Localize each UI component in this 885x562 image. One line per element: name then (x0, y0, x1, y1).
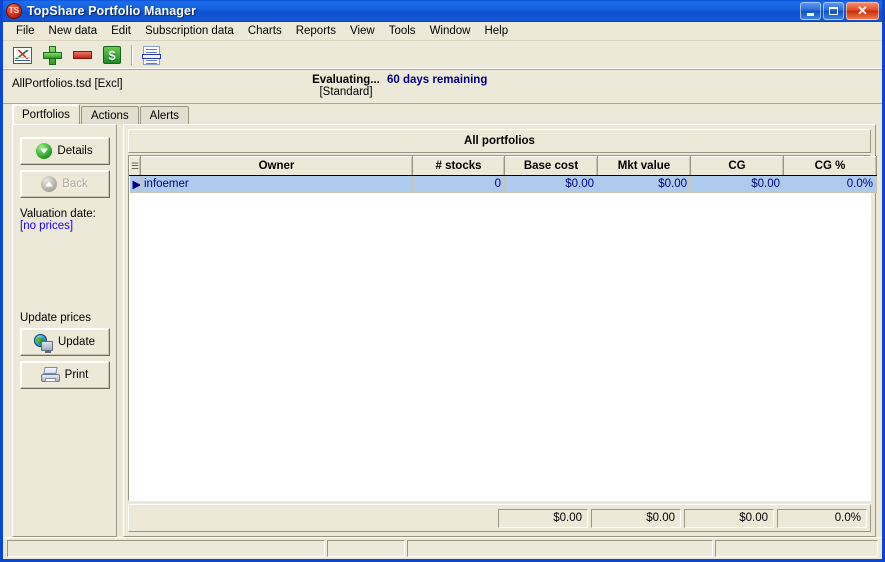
menu-item-help[interactable]: Help (477, 23, 515, 40)
add-toolbar-button[interactable] (39, 43, 65, 68)
remove-icon (72, 51, 92, 59)
print-button[interactable]: Print (19, 361, 110, 389)
details-button[interactable]: Details (19, 137, 110, 165)
update-button[interactable]: Update (19, 328, 110, 356)
remove-toolbar-button[interactable] (69, 43, 95, 68)
valuation-date-label: Valuation date: (20, 208, 96, 220)
update-button-label: Update (57, 336, 96, 348)
dollar-icon: $ (103, 46, 121, 64)
total-base-cost: $0.00 (498, 508, 588, 528)
menu-item-view[interactable]: View (343, 23, 382, 40)
menu-item-file[interactable]: File (9, 23, 42, 40)
add-icon (42, 45, 62, 65)
arrow-up-icon (41, 176, 58, 192)
tab-content-portfolios: Details Back Valuation date: [no prices]… (3, 124, 882, 537)
row-selector-header: ☰ (129, 156, 141, 176)
arrow-down-icon (36, 143, 53, 159)
portfolios-panel: All portfolios ☰ Owner # stocks Base cos… (123, 124, 877, 537)
file-name-label: AllPortfolios.tsd [Excl] (12, 78, 123, 90)
info-strip: AllPortfolios.tsd [Excl] Evaluating... [… (3, 70, 882, 104)
table-row[interactable]: ▶ infoemer 0 $0.00 $0.00 $0.00 0.0% (129, 175, 877, 193)
column-header-base-cost[interactable]: Base cost (504, 156, 598, 176)
portfolios-table: ☰ Owner # stocks Base cost Mkt value CG … (129, 156, 877, 193)
total-cg: $0.00 (684, 508, 774, 528)
ts-badge-icon: TS (6, 3, 22, 19)
tab-portfolios[interactable]: Portfolios (12, 104, 80, 124)
back-button-label: Back (62, 178, 88, 190)
status-bar (3, 537, 882, 559)
update-prices-label: Update prices (20, 312, 91, 324)
menu-item-edit[interactable]: Edit (104, 23, 138, 40)
grid-empty-area (129, 193, 870, 500)
window-controls: ✕ (800, 2, 880, 20)
sidebar-panel: Details Back Valuation date: [no prices]… (12, 124, 117, 537)
menu-item-reports[interactable]: Reports (289, 23, 343, 40)
menu-item-tools[interactable]: Tools (382, 23, 423, 40)
minimize-icon (807, 12, 814, 16)
row-handle: ▶ (129, 175, 141, 193)
minimize-button[interactable] (800, 2, 821, 20)
chart-icon (12, 46, 32, 64)
printer-icon (40, 367, 60, 383)
menu-item-window[interactable]: Window (423, 23, 478, 40)
cell-owner[interactable]: infoemer (140, 175, 413, 193)
total-mkt-value: $0.00 (591, 508, 681, 528)
menu-item-charts[interactable]: Charts (241, 23, 289, 40)
report-icon (141, 45, 161, 65)
prices-toolbar-button[interactable]: $ (99, 43, 125, 68)
status-panel-2 (327, 539, 405, 557)
grid-title: All portfolios (128, 129, 871, 153)
window-title: TopShare Portfolio Manager (27, 4, 197, 18)
column-header-mkt-value[interactable]: Mkt value (597, 156, 691, 176)
cell-base-cost[interactable]: $0.00 (504, 175, 598, 193)
cell-mkt-value[interactable]: $0.00 (597, 175, 691, 193)
menu-item-subscription-data[interactable]: Subscription data (138, 23, 241, 40)
status-panel-4 (715, 539, 878, 557)
toolbar-separator (131, 45, 132, 65)
chart-toolbar-button[interactable] (9, 43, 35, 68)
portfolios-grid[interactable]: ☰ Owner # stocks Base cost Mkt value CG … (128, 155, 877, 501)
column-header-cg[interactable]: CG (690, 156, 784, 176)
cell-num-stocks[interactable]: 0 (412, 175, 505, 193)
close-icon: ✕ (857, 3, 868, 18)
days-remaining-label: 60 days remaining (387, 74, 488, 86)
valuation-date-value[interactable]: [no prices] (20, 220, 73, 232)
close-button[interactable]: ✕ (846, 2, 879, 20)
maximize-icon (829, 7, 838, 15)
globe-monitor-icon (33, 333, 53, 353)
status-panel-3 (407, 539, 713, 557)
evaluation-status-label: Evaluating... (312, 74, 380, 86)
menu-item-new-data[interactable]: New data (42, 23, 105, 40)
column-header-cg-pct[interactable]: CG % (783, 156, 877, 176)
toolbar: $ (3, 41, 882, 70)
title-bar: TS TopShare Portfolio Manager ✕ (3, 0, 882, 22)
application-window: TS TopShare Portfolio Manager ✕ File New… (0, 0, 885, 562)
total-cg-pct: 0.0% (777, 508, 867, 528)
cell-cg[interactable]: $0.00 (690, 175, 784, 193)
column-header-num-stocks[interactable]: # stocks (412, 156, 505, 176)
tab-alerts[interactable]: Alerts (139, 106, 190, 124)
cell-cg-pct[interactable]: 0.0% (783, 175, 877, 193)
grid-totals-row: $0.00 $0.00 $0.00 0.0% (128, 504, 871, 532)
menu-bar: File New data Edit Subscription data Cha… (3, 22, 882, 41)
edition-label: [Standard] (319, 86, 373, 98)
details-button-label: Details (57, 145, 93, 157)
column-header-owner[interactable]: Owner (140, 156, 413, 176)
tab-actions[interactable]: Actions (80, 106, 139, 124)
print-button-label: Print (64, 369, 89, 381)
status-panel-1 (7, 539, 325, 557)
table-header-row: ☰ Owner # stocks Base cost Mkt value CG … (129, 156, 877, 176)
back-button[interactable]: Back (19, 170, 110, 198)
maximize-button[interactable] (823, 2, 844, 20)
evaluation-status: Evaluating... [Standard] (300, 74, 392, 98)
report-toolbar-button[interactable] (138, 43, 164, 68)
tab-strip: Portfolios Actions Alerts (3, 104, 882, 124)
